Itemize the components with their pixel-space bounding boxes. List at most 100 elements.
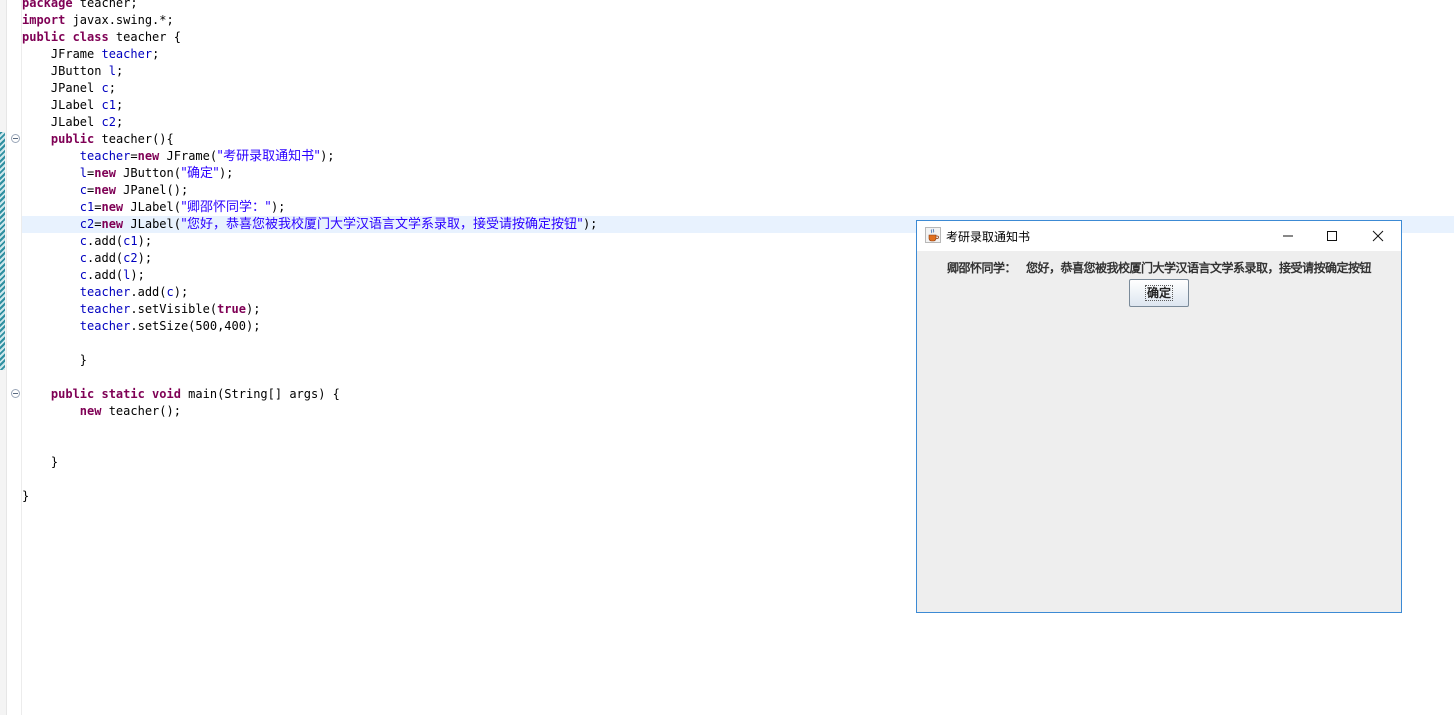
code-token: ); [270, 200, 286, 214]
code-token: c2 [123, 251, 138, 265]
code-token: } [22, 489, 30, 503]
code-token: ); [582, 217, 598, 231]
minimize-button[interactable] [1265, 221, 1311, 251]
content-panel: 卿邵怀同学： 您好，恭喜您被我校厦门大学汉语言文学系录取，接受请按确定按钮 确定 [917, 251, 1401, 612]
code-token: ; [115, 98, 124, 112]
code-token: .add( [130, 285, 167, 299]
code-token: public [50, 132, 95, 146]
message-label: 您好，恭喜您被我校厦门大学汉语言文学系录取，接受请按确定按钮 [1026, 261, 1372, 275]
code-token: c [79, 251, 88, 265]
code-token: = [130, 149, 138, 163]
code-token: ); [218, 166, 234, 180]
code-token: teacher [79, 285, 131, 299]
code-token: ); [173, 285, 189, 299]
code-token: c [79, 268, 88, 282]
code-token: JButton [22, 64, 109, 78]
code-token: new [137, 149, 160, 163]
code-token: } [22, 455, 59, 469]
confirm-button[interactable]: 确定 [1129, 279, 1189, 307]
code-token: c [79, 183, 88, 197]
maximize-icon [1327, 231, 1337, 241]
code-token: c2 [101, 115, 116, 129]
code-token: new [94, 183, 116, 197]
code-token: .setVisible( [130, 302, 218, 316]
code-line[interactable]: JLabel c1; [22, 97, 1454, 114]
code-token: JLabel( [123, 200, 181, 214]
code-line[interactable]: c1=new JLabel("卿邵怀同学："); [22, 199, 1454, 216]
code-line[interactable]: JButton l; [22, 63, 1454, 80]
code-token: .add( [87, 251, 124, 265]
swing-window[interactable]: 考研录取通知书 卿邵怀同学： 您好，恭喜您被我校厦门大学汉语言文学系录取，接受请… [916, 220, 1402, 613]
confirm-button-label: 确定 [1144, 285, 1173, 301]
code-token: } [22, 353, 88, 367]
code-token: javax.swing.*; [65, 13, 174, 27]
code-token: c [79, 234, 88, 248]
code-token: c2 [79, 217, 95, 231]
window-title: 考研录取通知书 [946, 230, 1031, 244]
code-line[interactable]: JPanel c; [22, 80, 1454, 97]
code-token: c1 [123, 234, 138, 248]
code-token: teacher [79, 319, 131, 333]
minimize-icon [1283, 235, 1293, 237]
code-line[interactable]: JLabel c2; [22, 114, 1454, 131]
maximize-button[interactable] [1309, 221, 1355, 251]
code-token: .add( [87, 234, 124, 248]
code-token: JLabel [22, 115, 102, 129]
code-token: new [94, 166, 116, 180]
code-token: public static void [50, 387, 181, 401]
code-token: c [101, 81, 109, 95]
java-cup-icon [925, 227, 941, 243]
code-token: package [22, 0, 73, 10]
code-token: teacher [79, 302, 131, 316]
code-token: "确定" [180, 166, 219, 181]
code-token: teacher [79, 149, 131, 163]
code-token: import [22, 13, 66, 27]
window-titlebar[interactable]: 考研录取通知书 [917, 221, 1401, 251]
code-token: new [101, 217, 124, 231]
change-indicator-bar [0, 132, 5, 370]
code-line[interactable]: c=new JPanel(); [22, 182, 1454, 199]
code-line[interactable]: JFrame teacher; [22, 46, 1454, 63]
code-line[interactable]: public teacher(){ [22, 131, 1454, 148]
code-line[interactable]: public class teacher { [22, 29, 1454, 46]
code-line[interactable]: l=new JButton("确定"); [22, 165, 1454, 182]
code-line[interactable]: package teacher; [22, 0, 1454, 12]
code-token: ; [115, 64, 124, 78]
code-token: JPanel(); [115, 183, 189, 197]
code-token: "您好，恭喜您被我校厦门大学汉语言文学系录取，接受请按确定按钮" [180, 217, 583, 232]
code-token: .setSize(500,400); [130, 319, 261, 333]
code-token: JLabel( [123, 217, 181, 231]
close-icon [1372, 230, 1384, 242]
code-line[interactable]: teacher=new JFrame("考研录取通知书"); [22, 148, 1454, 165]
labels-row: 卿邵怀同学： 您好，恭喜您被我校厦门大学汉语言文学系录取，接受请按确定按钮 [917, 259, 1401, 276]
code-token: JLabel [22, 98, 102, 112]
code-token: JPanel [22, 81, 102, 95]
code-line[interactable]: import javax.swing.*; [22, 12, 1454, 29]
code-token: main(String[] args) { [180, 387, 340, 401]
fold-collapse-icon[interactable] [11, 134, 20, 143]
code-token: l [79, 166, 88, 180]
close-button[interactable] [1355, 221, 1401, 251]
code-token: JFrame [22, 47, 102, 61]
code-token: JButton( [115, 166, 181, 180]
code-token: teacher { [108, 30, 181, 44]
code-token: JFrame( [159, 149, 218, 163]
code-token: c1 [79, 200, 95, 214]
code-token: ; [152, 47, 160, 61]
code-token: ; [115, 115, 124, 129]
code-token: ); [245, 302, 261, 316]
code-token: ); [137, 251, 153, 265]
fold-collapse-icon[interactable] [11, 389, 20, 398]
code-token: ); [320, 149, 335, 163]
code-token: "考研录取通知书" [217, 149, 321, 164]
code-token: .add( [87, 268, 124, 282]
